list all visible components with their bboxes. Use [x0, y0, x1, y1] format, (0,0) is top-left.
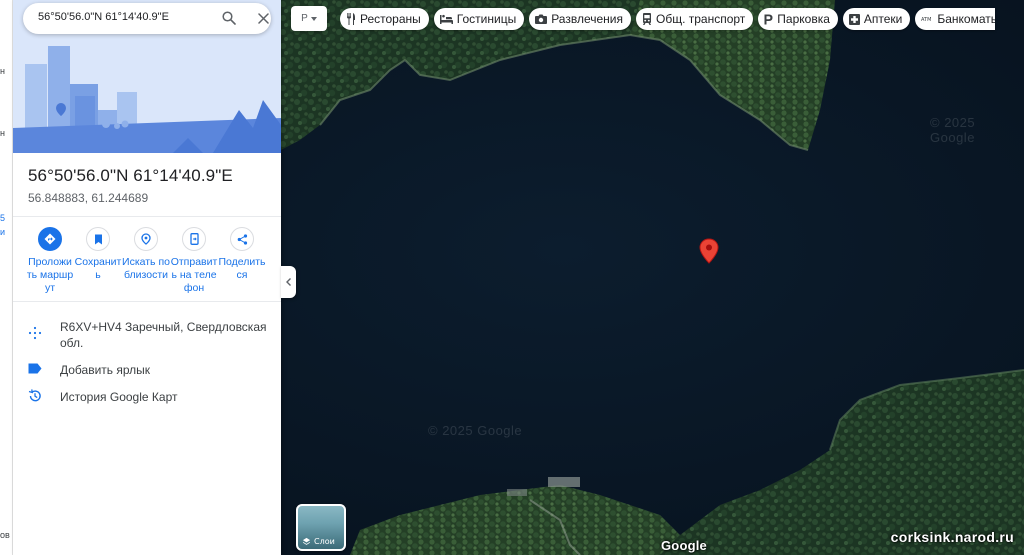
- action-label: Искать поблизости: [122, 256, 170, 281]
- restaurant-icon: [347, 13, 355, 25]
- divider: [13, 301, 281, 302]
- bookmark-icon: [86, 227, 110, 251]
- camera-icon: [535, 14, 548, 24]
- history-text: История Google Карт: [60, 390, 178, 404]
- chip-label: Парковка: [777, 12, 830, 26]
- collapse-panel-button[interactable]: [281, 266, 296, 298]
- action-label: Проложить маршрут: [26, 256, 74, 294]
- nearby-icon: [134, 227, 158, 251]
- action-label: Поделиться: [218, 256, 266, 281]
- share-icon: [230, 227, 254, 251]
- label-icon: [28, 363, 42, 374]
- search-input[interactable]: [38, 11, 198, 23]
- nearby-button[interactable]: Искать поблизости: [122, 227, 170, 282]
- layers-icon: [302, 537, 311, 545]
- place-title: 56°50'56.0"N 61°14'40.9"E: [28, 166, 233, 185]
- map-watermark: © 2025 Google: [930, 115, 976, 145]
- chip-entertainment[interactable]: Развлечения: [529, 8, 631, 30]
- strip-fragment: н: [0, 128, 5, 138]
- phone-icon: [182, 227, 206, 251]
- strip-fragment: 5: [0, 213, 6, 223]
- strip-fragment: н: [0, 66, 5, 76]
- chip-label: Развлечения: [551, 12, 623, 26]
- previous-panel-strip[interactable]: н н 5 и ов: [0, 0, 13, 555]
- pharmacy-icon: [848, 13, 860, 25]
- add-label-text: Добавить ярлык: [60, 363, 151, 377]
- plus-code-text: R6XV+HV4 Заречный, Свердловская обл.: [60, 320, 267, 350]
- save-button[interactable]: Сохранить: [74, 227, 122, 282]
- hotel-icon: [439, 14, 453, 24]
- map-watermark: © 2025 Google: [428, 423, 523, 438]
- directions-button[interactable]: Проложить маршрут: [26, 227, 74, 295]
- site-credit: corksink.narod.ru: [890, 529, 1014, 545]
- chip-atm[interactable]: ATM Банкоматы: [915, 8, 996, 30]
- search-icon[interactable]: [222, 11, 236, 25]
- layers-label: Слои: [314, 537, 335, 546]
- category-chips: Рестораны Гостиницы Развлечения Общ. тра…: [340, 8, 996, 30]
- chip-restaurants[interactable]: Рестораны: [340, 8, 429, 30]
- plus-code-icon: [28, 326, 42, 340]
- action-label: Сохранить: [74, 256, 122, 281]
- chip-transit[interactable]: Общ. транспорт: [635, 8, 754, 30]
- atm-icon: ATM: [921, 17, 931, 23]
- strip-fragment: ов: [0, 530, 10, 540]
- chevron-down-icon: [310, 16, 317, 21]
- action-label: Отправить на телефон: [170, 256, 218, 294]
- transit-icon: [642, 13, 651, 25]
- directions-icon: [38, 227, 62, 251]
- action-buttons: Проложить маршрут Сохранить Искать побли…: [26, 227, 266, 297]
- place-coordinates: 56.848883, 61.244689: [28, 191, 149, 205]
- chip-hotels[interactable]: Гостиницы: [433, 8, 525, 30]
- chip-label: Банкоматы: [937, 12, 996, 26]
- place-hero-illustration: [13, 0, 281, 153]
- google-logo: Google: [661, 538, 707, 553]
- close-icon[interactable]: [258, 13, 269, 24]
- map-mode-label: Р: [301, 13, 308, 24]
- chip-label: Гостиницы: [456, 12, 517, 26]
- share-button[interactable]: Поделиться: [218, 227, 266, 282]
- chevron-left-icon: [286, 278, 291, 286]
- send-to-phone-button[interactable]: Отправить на телефон: [170, 227, 218, 295]
- history-icon: [28, 389, 41, 402]
- chip-parking[interactable]: Парковка: [758, 8, 838, 30]
- place-panel: 56°50'56.0"N 61°14'40.9"E 56.848883, 61.…: [13, 0, 281, 555]
- parking-icon: [764, 14, 773, 24]
- location-pin-icon[interactable]: [699, 238, 719, 264]
- map-mode-button[interactable]: Р: [291, 6, 327, 31]
- chip-label: Аптеки: [863, 12, 903, 26]
- layers-button[interactable]: Слои: [296, 504, 346, 551]
- chip-label: Общ. транспорт: [655, 12, 746, 26]
- search-box[interactable]: [23, 3, 271, 34]
- svg-text:ATM: ATM: [921, 17, 931, 23]
- chip-pharmacies[interactable]: Аптеки: [842, 8, 911, 30]
- divider: [13, 216, 281, 217]
- strip-fragment: и: [0, 227, 6, 237]
- chip-label: Рестораны: [360, 12, 421, 26]
